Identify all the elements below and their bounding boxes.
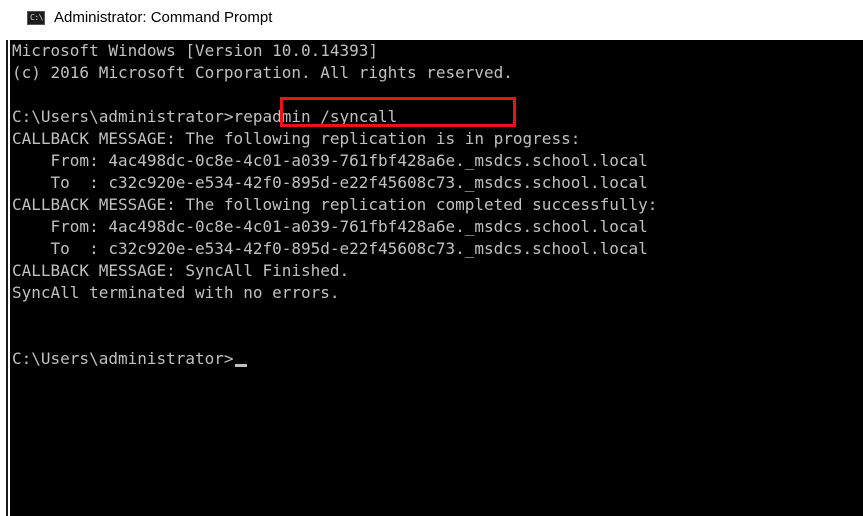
console-line-copyright: (c) 2016 Microsoft Corporation. All righ… xyxy=(12,63,513,82)
console-line-from-completed: From: 4ac498dc-0c8e-4c01-a039-761fbf428a… xyxy=(12,217,648,236)
console-line-callback-completed: CALLBACK MESSAGE: The following replicat… xyxy=(12,195,658,214)
window-title: Administrator: Command Prompt xyxy=(54,9,273,26)
window-left-edge xyxy=(0,0,10,516)
console-line-callback-progress: CALLBACK MESSAGE: The following replicat… xyxy=(12,129,581,148)
command-highlight-box xyxy=(280,97,516,127)
command-prompt-window: C:\. Administrator: Command Prompt Micro… xyxy=(0,0,863,516)
icon-glyph: C:\. xyxy=(30,13,48,22)
window-border-line xyxy=(6,40,8,516)
title-bar[interactable]: C:\. Administrator: Command Prompt xyxy=(0,0,863,40)
console-line-version: Microsoft Windows [Version 10.0.14393] xyxy=(12,41,379,60)
console-line-to-completed: To : c32c920e-e534-42f0-895d-e22f45608c7… xyxy=(12,239,648,258)
command-prompt-icon[interactable]: C:\. xyxy=(27,11,48,25)
console-line-terminated: SyncAll terminated with no errors. xyxy=(12,283,340,302)
console-line-syncall-finished: CALLBACK MESSAGE: SyncAll Finished. xyxy=(12,261,350,280)
text-cursor xyxy=(234,364,247,367)
console-line-from-progress: From: 4ac498dc-0c8e-4c01-a039-761fbf428a… xyxy=(12,151,648,170)
console-prompt-line[interactable]: C:\Users\administrator> xyxy=(12,349,247,368)
console-output[interactable]: Microsoft Windows [Version 10.0.14393] (… xyxy=(10,40,863,516)
console-line-to-progress: To : c32c920e-e534-42f0-895d-e22f45608c7… xyxy=(12,173,648,192)
console-prompt: C:\Users\administrator> xyxy=(12,349,234,368)
